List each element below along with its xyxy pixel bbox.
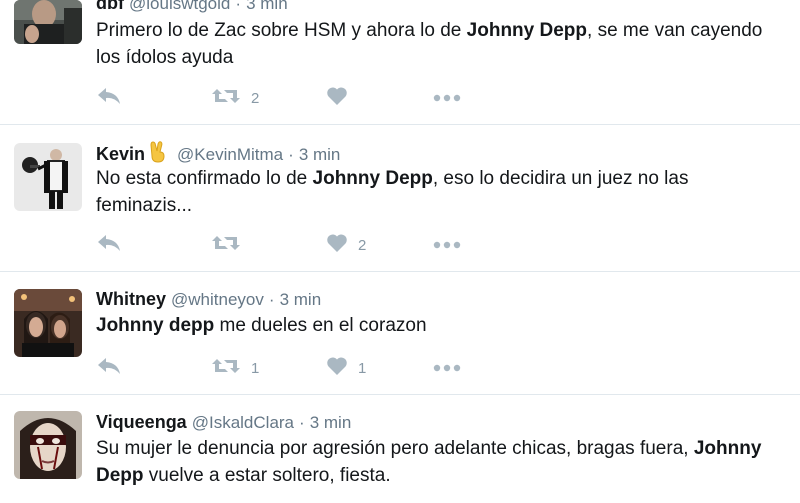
tweet-text: Primero lo de Zac sobre HSM y ahora lo d… bbox=[96, 20, 763, 68]
retweet-button[interactable]: 1 bbox=[211, 356, 259, 380]
reply-button[interactable] bbox=[96, 233, 122, 257]
retweet-button[interactable]: 2 bbox=[211, 86, 259, 110]
tweet-actions: 2 bbox=[96, 86, 516, 110]
tweet-actions: 1 1 bbox=[96, 356, 516, 380]
retweet-icon bbox=[211, 233, 241, 258]
user-name[interactable]: dbf bbox=[96, 0, 124, 13]
like-button[interactable]: 1 bbox=[326, 356, 366, 380]
more-button[interactable] bbox=[433, 86, 461, 110]
timestamp[interactable]: 3 min bbox=[299, 145, 341, 164]
heart-icon bbox=[326, 233, 348, 258]
user-handle[interactable]: @whitneyov bbox=[171, 290, 264, 309]
avatar[interactable] bbox=[14, 411, 82, 479]
tweet-header: Viqueenga @IskaldClara · 3 min bbox=[96, 411, 351, 434]
user-name[interactable]: Kevin bbox=[96, 144, 145, 164]
user-handle[interactable]: @KevinMitma bbox=[177, 145, 283, 164]
reply-icon bbox=[96, 86, 122, 111]
mention-highlight: Johnny Depp bbox=[466, 20, 588, 41]
mention-highlight: Depp bbox=[96, 465, 144, 486]
tweet[interactable]: Viqueenga @IskaldClara · 3 min Su mujer … bbox=[0, 395, 800, 503]
like-count: 2 bbox=[358, 236, 367, 254]
timestamp[interactable]: 3 min bbox=[280, 290, 322, 309]
victory-hand-icon bbox=[148, 141, 168, 168]
tweet-actions: 2 bbox=[96, 233, 516, 257]
tweet[interactable]: Kevin @KevinMitma · 3 min No esta confir… bbox=[0, 126, 800, 272]
user-handle[interactable]: @IskaldClara bbox=[192, 413, 294, 432]
separator-dot: · bbox=[288, 145, 294, 164]
more-dots-icon bbox=[433, 236, 461, 254]
separator-dot: · bbox=[235, 0, 242, 13]
tweet-text: Johnny depp me dueles en el corazon bbox=[96, 315, 427, 336]
avatar[interactable] bbox=[14, 0, 82, 44]
user-name[interactable]: Viqueenga bbox=[96, 412, 187, 432]
user-handle[interactable]: @louiswtgold bbox=[129, 0, 230, 13]
heart-icon bbox=[326, 356, 348, 381]
reply-button[interactable] bbox=[96, 86, 122, 110]
retweet-icon bbox=[211, 356, 241, 381]
avatar[interactable] bbox=[14, 143, 82, 211]
timestamp[interactable]: 3 min bbox=[246, 0, 288, 13]
separator-dot: · bbox=[299, 413, 305, 432]
retweet-icon bbox=[211, 86, 241, 111]
tweet-text: No esta confirmado lo de Johnny Depp, es… bbox=[96, 168, 689, 216]
like-button[interactable]: 2 bbox=[326, 233, 366, 257]
tweet-header: Whitney @whitneyov · 3 min bbox=[96, 288, 321, 311]
separator-dot: · bbox=[268, 290, 275, 309]
avatar[interactable] bbox=[14, 289, 82, 357]
tweet[interactable]: dbf @louiswtgold · 3 min Primero lo de Z… bbox=[0, 0, 800, 125]
tweet-header: dbf @louiswtgold · 3 min bbox=[96, 0, 288, 15]
retweet-count: 1 bbox=[251, 359, 260, 377]
more-button[interactable] bbox=[433, 356, 461, 380]
retweet-button[interactable] bbox=[211, 233, 241, 257]
like-count: 1 bbox=[358, 359, 367, 377]
more-dots-icon bbox=[433, 89, 461, 107]
more-button[interactable] bbox=[433, 233, 461, 257]
mention-highlight: Johnny depp bbox=[96, 315, 215, 336]
tweet-header: Kevin @KevinMitma · 3 min bbox=[96, 141, 340, 168]
timestamp[interactable]: 3 min bbox=[310, 413, 352, 432]
tweet-text: Su mujer le denuncia por agresión pero a… bbox=[96, 438, 762, 486]
retweet-count: 2 bbox=[251, 89, 260, 107]
reply-button[interactable] bbox=[96, 356, 122, 380]
like-button[interactable] bbox=[326, 86, 348, 110]
tweet[interactable]: Whitney @whitneyov · 3 min Johnny depp m… bbox=[0, 272, 800, 395]
reply-icon bbox=[96, 233, 122, 258]
mention-highlight: Johnny bbox=[693, 438, 762, 459]
mention-highlight: Johnny Depp bbox=[312, 168, 433, 189]
more-dots-icon bbox=[433, 359, 461, 377]
reply-icon bbox=[96, 356, 122, 381]
heart-icon bbox=[326, 86, 348, 111]
user-name[interactable]: Whitney bbox=[96, 289, 166, 309]
